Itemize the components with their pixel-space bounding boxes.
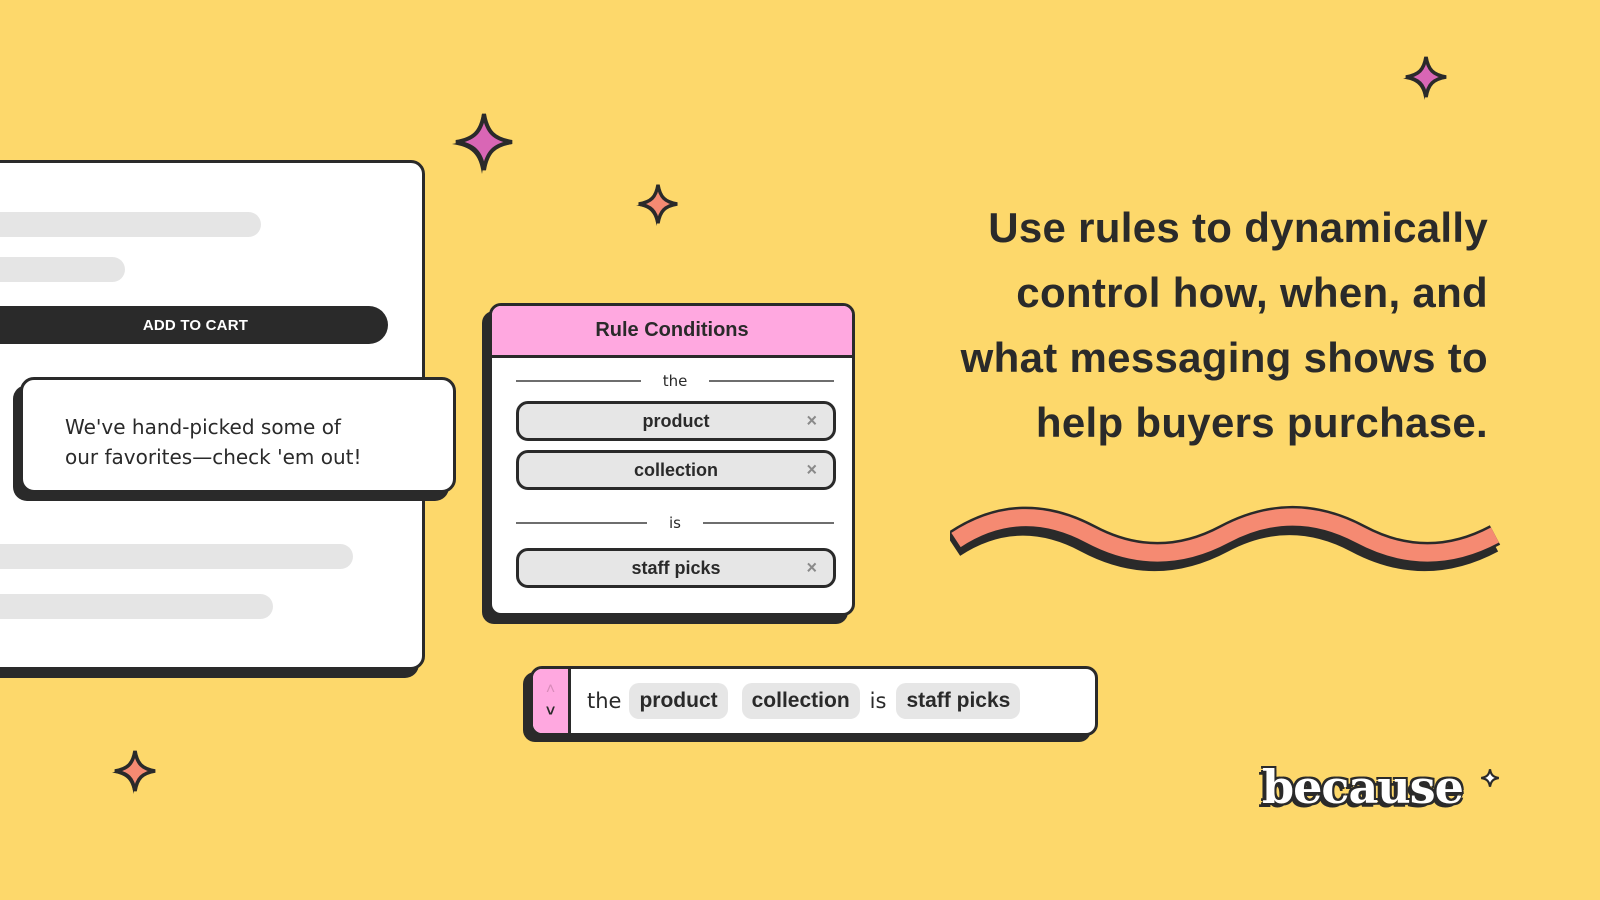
because-logo: because — [1262, 760, 1464, 814]
rule-chip-collection[interactable]: collection — [741, 683, 860, 719]
headline: Use rules to dynamically control how, wh… — [868, 195, 1488, 455]
rule-conditions-title: Rule Conditions — [492, 306, 852, 358]
skeleton-line — [0, 544, 353, 569]
rule-summary-content: the product collection is staff picks — [571, 683, 1034, 719]
skeleton-line — [0, 257, 125, 282]
sparkle-magenta-large-icon — [452, 113, 513, 174]
wave-decoration — [950, 506, 1501, 571]
rule-summary-bar: ˄ ˅ the product collection is staff pick… — [530, 666, 1098, 736]
rule-word-is: is — [869, 689, 887, 713]
chip-label: collection — [633, 459, 718, 480]
sparkle-coral-icon — [636, 184, 678, 226]
condition-chip-staff-picks[interactable]: staff picks × — [516, 548, 836, 588]
skeleton-line — [0, 594, 273, 619]
sparkle-coral-bottom-icon — [112, 750, 156, 794]
chip-label: staff picks — [631, 557, 721, 578]
add-to-cart-button[interactable]: ADD TO CART — [0, 306, 388, 344]
rule-chip-staff-picks[interactable]: staff picks — [896, 683, 1021, 719]
divider-line — [516, 380, 641, 382]
headline-line-1: Use rules to dynamically — [988, 204, 1488, 251]
message-line-2: our favorites—check 'em out! — [65, 445, 362, 469]
rule-word-the: the — [587, 689, 622, 713]
skeleton-line — [0, 212, 261, 237]
divider-line — [516, 522, 648, 524]
close-icon[interactable]: × — [806, 558, 817, 579]
logo-sparkle-icon — [1481, 769, 1499, 787]
chevron-down-icon[interactable]: ˅ — [546, 704, 555, 720]
chevron-up-icon[interactable]: ˄ — [546, 682, 555, 698]
close-icon[interactable]: × — [806, 411, 817, 432]
divider-is: is — [516, 513, 835, 533]
headline-line-2: control how, when, and — [1016, 269, 1488, 316]
sparkle-magenta-small-icon — [1403, 56, 1447, 100]
rule-chip-product[interactable]: product — [629, 683, 728, 719]
divider-line — [709, 380, 834, 382]
rule-conditions-panel: Rule Conditions the product × collection… — [489, 303, 855, 616]
divider-label: is — [669, 514, 681, 532]
message-card: We've hand-picked some of our favorites—… — [20, 377, 456, 493]
condition-chip-product[interactable]: product × — [516, 401, 836, 441]
condition-chip-collection[interactable]: collection × — [516, 450, 836, 490]
message-line-1: We've hand-picked some of — [65, 415, 341, 439]
rule-stepper[interactable]: ˄ ˅ — [533, 669, 571, 733]
chip-label: product — [642, 410, 710, 431]
close-icon[interactable]: × — [806, 460, 817, 481]
divider-label: the — [662, 372, 688, 390]
headline-line-4: help buyers purchase. — [1035, 399, 1488, 446]
divider-line — [703, 522, 835, 524]
divider-the: the — [516, 371, 834, 391]
headline-line-3: what messaging shows to — [960, 334, 1488, 381]
